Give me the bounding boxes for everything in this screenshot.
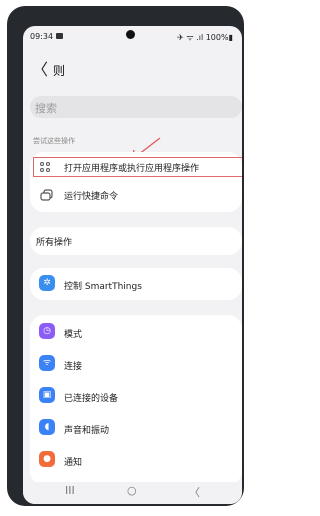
status-bar: 09:34 ✈ ᯤ .ıl 100%▮ [23, 26, 242, 48]
smartthings-card: ✲ 控制 SmartThings [30, 268, 242, 300]
list-item-shortcut[interactable]: 运行快捷命令 [30, 182, 242, 208]
section-label-all-actions: 所有操作 [36, 238, 73, 248]
list-item-connected-devices[interactable]: ▣ 已连接的设备 [30, 383, 242, 409]
list-item-modes[interactable]: ◷ 模式 [30, 319, 242, 345]
back-icon[interactable]: 〈 [32, 60, 48, 80]
list-item-open-app[interactable]: 打开应用程序或执行应用程序操作 [30, 154, 242, 180]
list-item-label: 运行快捷命令 [64, 192, 119, 202]
wifi-icon: ᯤ [39, 355, 55, 371]
section-label-suggestions: 尝试这些操作 [33, 137, 75, 145]
list-item-label: 声音和振动 [64, 426, 110, 436]
list-item-label: 通知 [64, 458, 83, 468]
recent-apps-icon[interactable]: III [65, 484, 75, 497]
sound-icon: ◖ [39, 419, 55, 435]
navigation-bar: III ○ 〈 [23, 482, 242, 504]
modes-icon: ◷ [39, 323, 55, 339]
settings-card: ◷ 模式 ᯤ 连接 ▣ 已连接的设备 ◖ 声音和振动 ● 通知 [30, 315, 242, 485]
page-title: 则 [53, 64, 66, 78]
all-actions-header-card: 所有操作 [30, 227, 242, 255]
status-indicators: ✈ ᯤ .ıl 100%▮ [177, 33, 233, 42]
devices-icon: ▣ [39, 387, 55, 403]
list-item-notifications[interactable]: ● 通知 [30, 447, 242, 473]
list-item-label: 连接 [64, 362, 83, 372]
list-item-label: 模式 [64, 330, 83, 340]
search-input[interactable]: 搜索 [30, 96, 242, 118]
list-item-label: 已连接的设备 [64, 394, 119, 404]
phone-frame: 09:34 ✈ ᯤ .ıl 100%▮ 〈 则 搜索 尝试这些操作 打开应用程序… [7, 6, 244, 506]
shortcut-icon [40, 189, 53, 201]
list-item-label: 控制 SmartThings [64, 282, 142, 292]
list-item-connections[interactable]: ᯤ 连接 [30, 351, 242, 377]
smartthings-icon: ✲ [39, 275, 55, 291]
gallery-icon [56, 33, 63, 39]
notification-icon: ● [39, 451, 55, 467]
screen: 09:34 ✈ ᯤ .ıl 100%▮ 〈 则 搜索 尝试这些操作 打开应用程序… [23, 26, 242, 504]
list-item-smartthings[interactable]: ✲ 控制 SmartThings [30, 271, 242, 297]
nav-back-icon[interactable]: 〈 [189, 484, 200, 500]
camera-cutout [126, 30, 135, 39]
home-icon[interactable]: ○ [127, 484, 137, 497]
highlight-box [33, 157, 242, 177]
suggestions-card: 打开应用程序或执行应用程序操作 运行快捷命令 [30, 152, 242, 212]
app-header: 〈 则 [23, 60, 242, 82]
search-placeholder: 搜索 [35, 102, 57, 115]
status-time: 09:34 [30, 32, 54, 41]
list-item-sound[interactable]: ◖ 声音和振动 [30, 415, 242, 441]
